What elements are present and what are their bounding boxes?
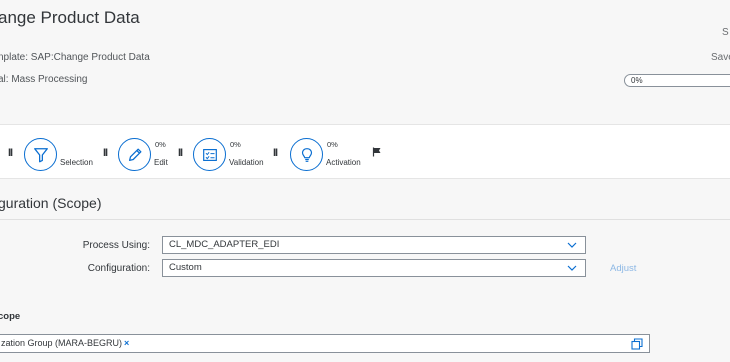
step-percent: 0% (155, 140, 166, 149)
status-label: S (722, 27, 729, 38)
section-divider (0, 219, 730, 220)
flag-icon (372, 147, 381, 157)
step-label: Selection (60, 158, 93, 167)
scope-token-label: zation Group (MARA-BEGRU) (1, 338, 123, 348)
token-remove-icon[interactable]: × (124, 338, 129, 348)
pause-icon: II (8, 147, 13, 159)
scope-multi-input[interactable]: zation Group (MARA-BEGRU) × (0, 334, 650, 353)
configuration-select[interactable]: Custom (162, 259, 586, 277)
process-using-select[interactable]: CL_MDC_ADAPTER_EDI (162, 236, 586, 254)
step-label: Edit (154, 158, 168, 167)
pencil-icon (118, 138, 151, 171)
chevron-down-icon (567, 265, 577, 271)
scope-token[interactable]: zation Group (MARA-BEGRU) × (1, 337, 129, 350)
step-label: Validation (229, 158, 264, 167)
configuration-label: Configuration: (87, 263, 150, 274)
lightbulb-icon (290, 138, 323, 171)
process-label: al: Mass Processing (0, 74, 88, 85)
pause-icon: II (178, 147, 183, 159)
progress-indicator: 0% (624, 74, 730, 87)
step-validation[interactable]: Validation (193, 135, 264, 171)
step-percent: 0% (230, 140, 241, 149)
template-label: nplate: SAP:Change Product Data (0, 52, 150, 63)
step-activation[interactable]: Activation (290, 135, 361, 171)
configuration-value: Custom (169, 262, 202, 273)
step-selection[interactable]: Selection (24, 135, 93, 171)
value-help-icon[interactable] (631, 338, 643, 350)
process-step-bar: II Selection II Edit 0% II Validation 0%… (0, 124, 730, 179)
pause-icon: II (103, 147, 108, 159)
checklist-icon (193, 138, 226, 171)
save-label: Save (711, 52, 730, 63)
step-label: Activation (326, 158, 361, 167)
page-title: ange Product Data (0, 8, 140, 27)
filter-icon (24, 138, 57, 171)
progress-value: 0% (631, 76, 643, 85)
step-percent: 0% (327, 140, 338, 149)
chevron-down-icon (567, 242, 577, 248)
process-using-value: CL_MDC_ADAPTER_EDI (169, 239, 280, 250)
scope-heading: cope (0, 311, 21, 322)
process-using-label: Process Using: (82, 240, 150, 251)
pause-icon: II (273, 147, 278, 159)
adjust-button[interactable]: Adjust (610, 263, 636, 274)
section-title: guration (Scope) (0, 195, 102, 211)
